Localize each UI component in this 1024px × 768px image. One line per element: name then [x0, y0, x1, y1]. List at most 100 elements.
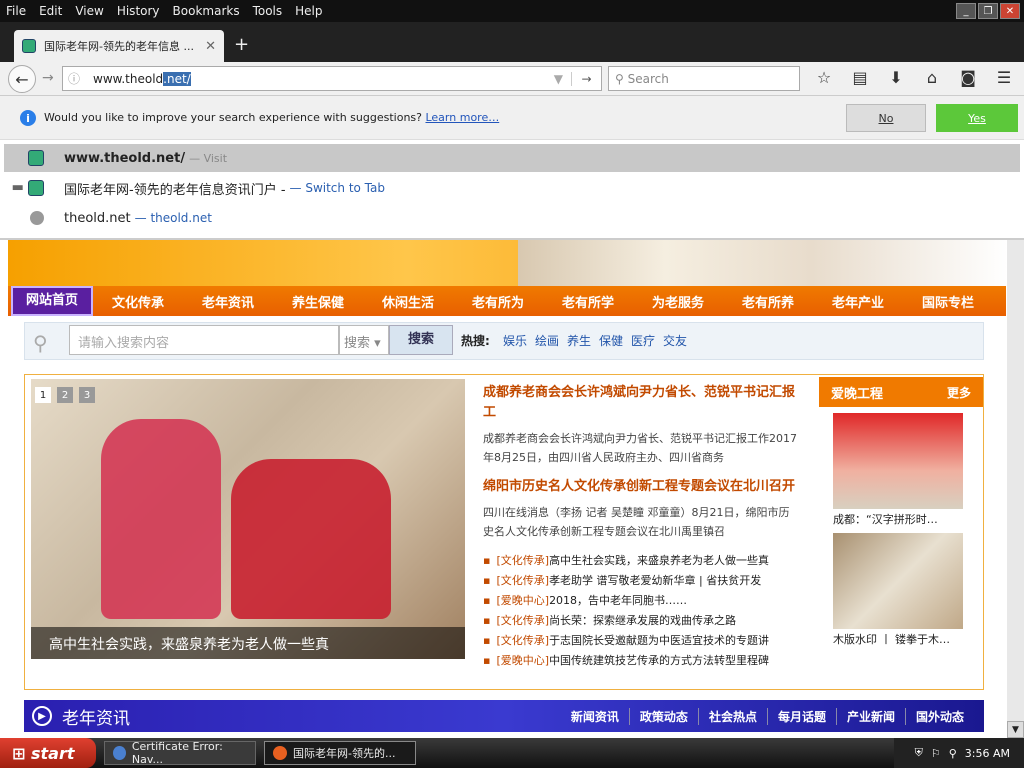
- nav-item[interactable]: 为老服务: [633, 292, 723, 311]
- url-bar[interactable]: ⓘ www.theold.net/ ▼ →: [62, 66, 602, 91]
- arrow-icon: ▶: [32, 706, 52, 726]
- featured-slideshow[interactable]: 1 2 3 高中生社会实践，来盛泉养老为老人做一些真: [31, 379, 465, 659]
- suggestion-title: theold.net: [64, 210, 131, 226]
- no-button[interactable]: No: [846, 104, 926, 132]
- search-placeholder: Search: [627, 71, 669, 86]
- side-caption[interactable]: 成都：“汉字拼形时…: [833, 511, 938, 527]
- hot-search-link[interactable]: 养生: [567, 332, 591, 349]
- menu-file[interactable]: File: [6, 4, 26, 18]
- nav-item[interactable]: 老有所学: [543, 292, 633, 311]
- network-icon[interactable]: ⚐: [931, 747, 941, 760]
- nav-item[interactable]: 老年产业: [813, 292, 903, 311]
- suggestion-row[interactable]: ▬ 国际老年网-领先的老年信息资讯门户 - — Switch to Tab: [4, 174, 1020, 202]
- back-button[interactable]: ←: [8, 65, 36, 93]
- dropdown-arrow-icon[interactable]: ▼: [554, 72, 571, 86]
- menu-tools[interactable]: Tools: [253, 4, 283, 18]
- info-icon[interactable]: ⓘ: [63, 70, 85, 87]
- slide-page-button[interactable]: 2: [57, 387, 73, 403]
- tab-active[interactable]: 国际老年网-领先的老年信息 ... ✕: [14, 30, 224, 62]
- section-link[interactable]: 政策动态: [628, 707, 698, 725]
- slide-page-button[interactable]: 3: [79, 387, 95, 403]
- hot-search-link[interactable]: 绘画: [535, 332, 559, 349]
- menu-bookmarks[interactable]: Bookmarks: [173, 4, 240, 18]
- bookmark-star-icon[interactable]: ☆: [812, 68, 836, 87]
- nav-item-home[interactable]: 网站首页: [11, 286, 93, 316]
- yes-button[interactable]: Yes: [936, 104, 1018, 132]
- side-caption[interactable]: 木版水印 丨 镂拳于木…: [833, 631, 950, 647]
- hot-search-link[interactable]: 交友: [663, 332, 687, 349]
- section-link[interactable]: 国外动态: [904, 707, 974, 725]
- site-favicon-icon: [28, 150, 44, 166]
- menu-view[interactable]: View: [75, 4, 103, 18]
- nav-item[interactable]: 休闲生活: [363, 292, 453, 311]
- site-banner: [8, 240, 1008, 286]
- tab-close-icon[interactable]: ✕: [205, 39, 216, 54]
- search-type-select[interactable]: 搜索 ▾: [339, 325, 389, 355]
- nav-item[interactable]: 老年资讯: [183, 292, 273, 311]
- learn-more-link[interactable]: Learn more…: [425, 111, 499, 124]
- section-link[interactable]: 产业新闻: [835, 707, 905, 725]
- more-link[interactable]: 更多: [947, 384, 971, 401]
- site-nav: 网站首页 文化传承 老年资讯 养生保健 休闲生活 老有所为 老有所学 为老服务 …: [8, 286, 1006, 316]
- list-item[interactable]: ▪ [文化传承]于志国院长受邀献题为中医适宜技术的专题讲: [483, 631, 797, 651]
- nav-item[interactable]: 文化传承: [93, 292, 183, 311]
- hot-search-link[interactable]: 娱乐: [503, 332, 527, 349]
- nav-item[interactable]: 老有所养: [723, 292, 813, 311]
- suggestion-title: www.theold.net/: [64, 150, 186, 166]
- site-search-button[interactable]: 搜索: [389, 325, 453, 355]
- menu-help[interactable]: Help: [295, 4, 322, 18]
- hot-search-link[interactable]: 保健: [599, 332, 623, 349]
- scroll-down-icon[interactable]: ▼: [1007, 721, 1024, 738]
- section-link[interactable]: 社会热点: [697, 707, 767, 725]
- nav-item[interactable]: 国际专栏: [903, 292, 993, 311]
- toolbar-icons: ☆ ▤ ⬇ ⌂ ◙ ☰: [812, 68, 1016, 87]
- side-panel-header: 爱晚工程 更多: [819, 377, 983, 407]
- list-item[interactable]: ▪ [文化传承]尚长荣：探索继承发展的戏曲传承之路: [483, 611, 797, 631]
- forward-button[interactable]: →: [42, 70, 54, 86]
- list-item[interactable]: ▪ [文化传承]孝老助学 谱写敬老爱幼新华章 | 省扶贫开发: [483, 571, 797, 591]
- banner-image: [518, 240, 1008, 286]
- go-arrow-icon[interactable]: →: [571, 71, 601, 86]
- scrollbar[interactable]: ▼: [1007, 240, 1024, 738]
- close-window-button[interactable]: ✕: [1000, 3, 1020, 19]
- suggestion-row[interactable]: theold.net — theold.net: [4, 204, 1020, 232]
- list-item[interactable]: ▪ [文化传承]高中生社会实践，来盛泉养老为老人做一些真: [483, 551, 797, 571]
- list-item[interactable]: ▪ [爱晚中心]中国传统建筑技艺传承的方式方法转型里程碑: [483, 651, 797, 671]
- new-tab-button[interactable]: +: [234, 34, 249, 55]
- hot-search-link[interactable]: 医疗: [631, 332, 655, 349]
- reading-list-icon[interactable]: ▤: [848, 68, 872, 87]
- menu-edit[interactable]: Edit: [39, 4, 62, 18]
- news-headline[interactable]: 绵阳市历史名人文化传承创新工程专题会议在北川召开: [483, 477, 797, 497]
- side-image[interactable]: [833, 413, 963, 509]
- slide-page-button[interactable]: 1: [35, 387, 51, 403]
- pocket-icon[interactable]: ◙: [956, 68, 980, 87]
- menu-history[interactable]: History: [117, 4, 160, 18]
- nav-item[interactable]: 养生保健: [273, 292, 363, 311]
- shield-icon[interactable]: ⛨: [915, 746, 923, 760]
- url-text[interactable]: www.theold.net/: [93, 71, 191, 86]
- list-item[interactable]: ▪ [爱晚中心]2018，告中老年同胞书……: [483, 591, 797, 611]
- minimize-button[interactable]: _: [956, 3, 976, 19]
- restore-button[interactable]: ❐: [978, 3, 998, 19]
- nav-item[interactable]: 老有所为: [453, 292, 543, 311]
- site-search-input[interactable]: 请输入搜索内容: [69, 325, 339, 355]
- section-link[interactable]: 新闻资讯: [561, 708, 629, 725]
- news-column: 成都养老商会会长许鸿斌向尹力省长、范锐平书记汇报工 成都养老商会会长许鸿斌向尹力…: [483, 383, 797, 671]
- clock[interactable]: 3:56 AM: [965, 747, 1010, 760]
- slide-caption[interactable]: 高中生社会实践，来盛泉养老为老人做一些真: [31, 627, 465, 659]
- menu-hamburger-icon[interactable]: ☰: [992, 68, 1016, 87]
- main-content: 1 2 3 高中生社会实践，来盛泉养老为老人做一些真 成都养老商会会长许鸿斌向尹…: [24, 374, 984, 690]
- start-button[interactable]: ⊞ start: [0, 738, 96, 768]
- home-icon[interactable]: ⌂: [920, 68, 944, 87]
- download-icon[interactable]: ⬇: [884, 68, 908, 87]
- suggestion-action: — Switch to Tab: [289, 181, 385, 195]
- side-image[interactable]: [833, 533, 963, 629]
- search-icon[interactable]: ⚲: [949, 747, 957, 760]
- section-link[interactable]: 每月话题: [766, 707, 836, 725]
- taskbar-item-active[interactable]: 国际老年网-领先的...: [264, 741, 416, 765]
- taskbar-item[interactable]: Certificate Error: Nav...: [104, 740, 256, 766]
- news-headline[interactable]: 成都养老商会会长许鸿斌向尹力省长、范锐平书记汇报工: [483, 383, 797, 423]
- search-input[interactable]: ⚲ Search: [608, 66, 800, 91]
- info-icon: i: [20, 110, 36, 126]
- suggestion-row[interactable]: www.theold.net/ — Visit: [4, 144, 1020, 172]
